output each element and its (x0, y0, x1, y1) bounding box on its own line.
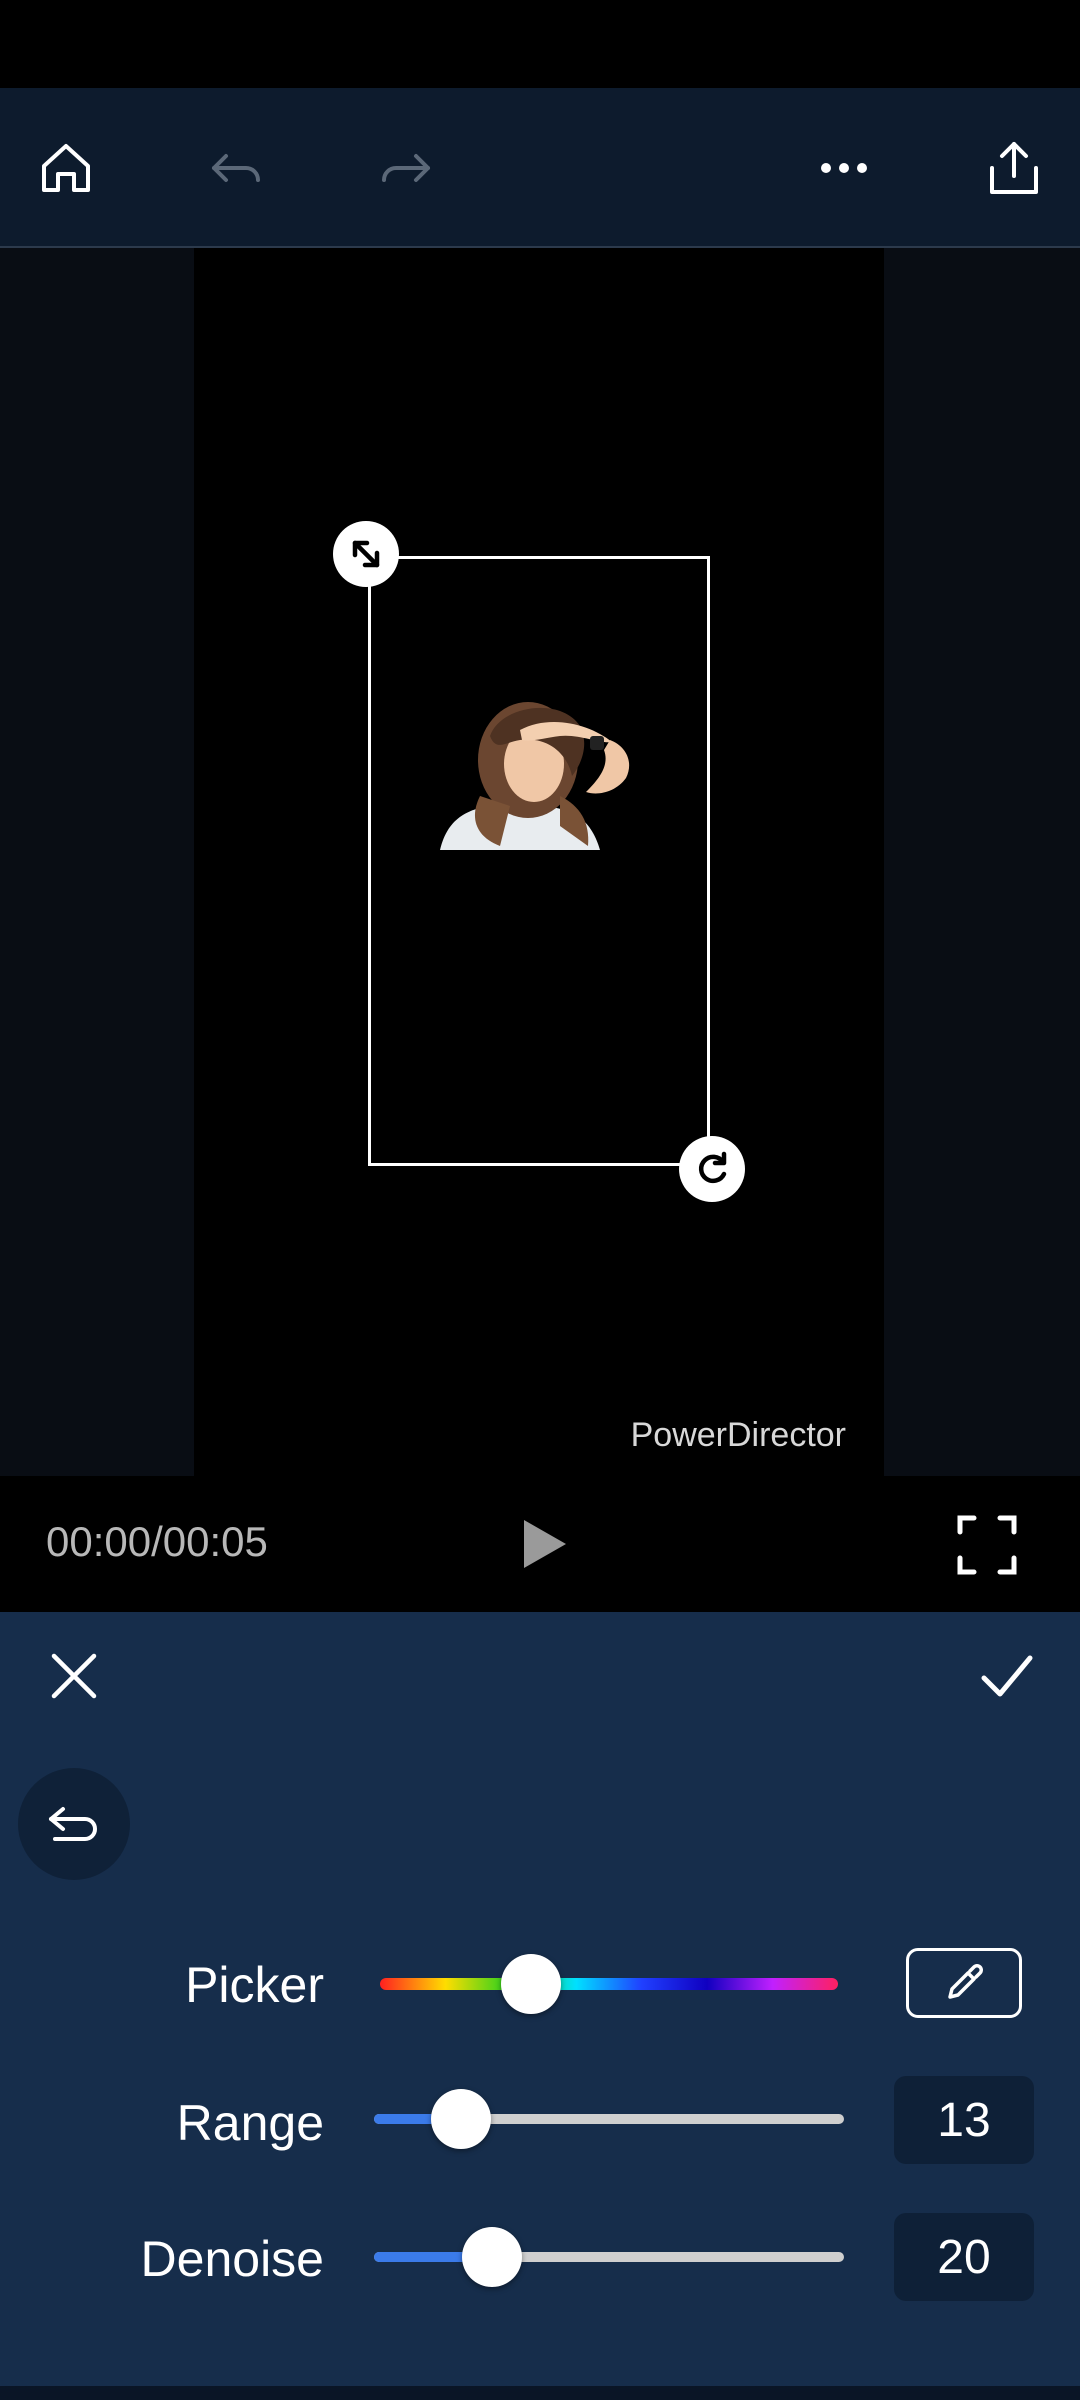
redo-button[interactable] (366, 128, 446, 208)
undo-button[interactable] (196, 128, 276, 208)
picker-hue-slider[interactable] (380, 1978, 838, 1990)
undo-arrow-icon (49, 1807, 97, 1841)
selection-box[interactable] (368, 556, 710, 1166)
bottom-strip (0, 2386, 1080, 2400)
play-button[interactable] (512, 1514, 572, 1574)
denoise-slider[interactable] (374, 2252, 844, 2262)
checkmark-icon (981, 1655, 1033, 1697)
scale-handle[interactable] (333, 521, 399, 587)
denoise-slider-thumb[interactable] (462, 2227, 522, 2287)
undo-icon (212, 154, 260, 182)
rotate-icon (698, 1151, 727, 1184)
range-slider-thumb[interactable] (431, 2089, 492, 2149)
top-toolbar (0, 88, 1080, 248)
reset-button[interactable] (18, 1768, 130, 1880)
play-icon (524, 1520, 566, 1568)
more-icon (821, 163, 867, 173)
rotate-handle[interactable] (679, 1136, 745, 1202)
resize-arrows-icon (352, 540, 380, 568)
share-icon (990, 142, 1038, 194)
close-icon (51, 1653, 97, 1699)
fullscreen-button[interactable] (956, 1514, 1018, 1576)
color-picker-button[interactable] (906, 1948, 1022, 2018)
range-label: Range (176, 2095, 324, 2151)
home-icon (42, 144, 90, 192)
close-button[interactable] (48, 1650, 100, 1702)
denoise-label: Denoise (140, 2231, 324, 2287)
apply-button[interactable] (978, 1650, 1036, 1702)
redo-icon (382, 154, 430, 182)
more-button[interactable] (804, 128, 884, 208)
eyedropper-icon (948, 1964, 983, 1999)
share-button[interactable] (974, 128, 1054, 208)
picker-slider-thumb[interactable] (501, 1954, 562, 2014)
watermark-text: PowerDirector (630, 1416, 846, 1454)
range-value[interactable]: 13 (894, 2076, 1034, 2164)
home-button[interactable] (26, 128, 106, 208)
picker-label: Picker (185, 1957, 324, 2013)
denoise-value[interactable]: 20 (894, 2213, 1034, 2301)
status-bar (0, 0, 1080, 88)
playback-time: 00:00/00:05 (46, 1518, 268, 1565)
